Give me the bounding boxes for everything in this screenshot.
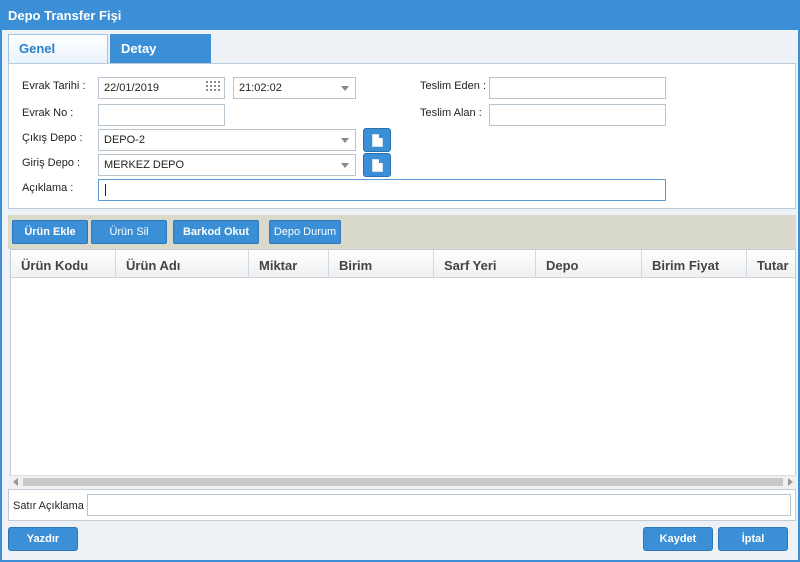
giris-depo-label: Giriş Depo :	[22, 157, 81, 169]
kaydet-button[interactable]: Kaydet	[643, 527, 713, 551]
satir-aciklama-label: Satır Açıklama :	[13, 500, 91, 512]
aciklama-label: Açıklama :	[22, 182, 74, 194]
form-panel: Evrak Tarihi : 22/01/2019 21:02:02 Evrak…	[8, 63, 796, 209]
teslim-alan-label: Teslim Alan :	[420, 107, 482, 119]
tab-detay-bilgiler[interactable]: Detay Bilgiler	[110, 34, 211, 83]
depo-durum-button[interactable]: Depo Durum	[269, 220, 341, 244]
col-tutar[interactable]: Tutar	[747, 250, 795, 278]
teslim-alan-field[interactable]	[489, 104, 666, 126]
calendar-icon[interactable]	[206, 81, 221, 95]
col-birim[interactable]: Birim	[329, 250, 434, 278]
window-title: Depo Transfer Fişi	[0, 0, 800, 30]
cikis-depo-select-button[interactable]	[363, 128, 391, 152]
evrak-no-label: Evrak No :	[22, 107, 74, 119]
teslim-eden-label: Teslim Eden :	[420, 80, 487, 92]
giris-depo-value: MERKEZ DEPO	[104, 159, 185, 171]
grid-horizontal-scrollbar[interactable]	[10, 475, 796, 487]
product-grid: Ürün Kodu Ürün Adı Miktar Birim Sarf Yer…	[10, 249, 796, 485]
chevron-down-icon	[341, 163, 349, 168]
teslim-eden-field[interactable]	[489, 77, 666, 99]
col-depo[interactable]: Depo	[536, 250, 642, 278]
col-urun-kodu[interactable]: Ürün Kodu	[11, 250, 116, 278]
scroll-left-icon[interactable]	[13, 478, 18, 486]
tab-genel-bilgiler[interactable]: Genel Bilgiler	[8, 34, 108, 83]
col-urun-adi[interactable]: Ürün Adı	[116, 250, 249, 278]
evrak-tarihi-time-dropdown[interactable]: 21:02:02	[233, 77, 356, 99]
barkod-okut-button[interactable]: Barkod Okut	[173, 220, 259, 244]
col-birim-fiyat[interactable]: Birim Fiyat	[642, 250, 747, 278]
giris-depo-select-button[interactable]	[363, 153, 391, 177]
document-icon	[372, 134, 383, 147]
iptal-button[interactable]: İptal	[718, 527, 788, 551]
grid-header: Ürün Kodu Ürün Adı Miktar Birim Sarf Yer…	[11, 250, 795, 278]
yazdir-button[interactable]: Yazdır	[8, 527, 78, 551]
evrak-tarihi-date-field[interactable]: 22/01/2019	[98, 77, 225, 99]
chevron-down-icon	[341, 86, 349, 91]
giris-depo-dropdown[interactable]: MERKEZ DEPO	[98, 154, 356, 176]
col-miktar[interactable]: Miktar	[249, 250, 329, 278]
evrak-tarihi-date-value: 22/01/2019	[104, 82, 160, 94]
cikis-depo-dropdown[interactable]: DEPO-2	[98, 129, 356, 151]
scroll-right-icon[interactable]	[788, 478, 793, 486]
aciklama-field[interactable]	[98, 179, 666, 201]
document-icon	[372, 159, 383, 172]
window-content: Genel Bilgiler Detay Bilgiler Evrak Tari…	[2, 30, 798, 560]
col-sarf-yeri[interactable]: Sarf Yeri	[434, 250, 536, 278]
scrollbar-thumb[interactable]	[23, 478, 783, 486]
satir-aciklama-panel: Satır Açıklama :	[8, 489, 796, 521]
evrak-no-field[interactable]	[98, 104, 225, 126]
grid-toolbar: Ürün Ekle Ürün Sil Barkod Okut Depo Duru…	[8, 215, 796, 249]
chevron-down-icon	[341, 138, 349, 143]
cikis-depo-label: Çıkış Depo :	[22, 132, 83, 144]
urun-sil-button[interactable]: Ürün Sil	[91, 220, 167, 244]
evrak-tarihi-time-value: 21:02:02	[239, 82, 282, 94]
cikis-depo-value: DEPO-2	[104, 134, 145, 146]
satir-aciklama-field[interactable]	[87, 494, 791, 516]
text-cursor	[105, 184, 106, 196]
depo-transfer-window: Depo Transfer Fişi Genel Bilgiler Detay …	[0, 0, 800, 562]
evrak-tarihi-label: Evrak Tarihi :	[22, 80, 86, 92]
urun-ekle-button[interactable]: Ürün Ekle	[12, 220, 88, 244]
tab-bar: Genel Bilgiler Detay Bilgiler	[2, 30, 798, 83]
